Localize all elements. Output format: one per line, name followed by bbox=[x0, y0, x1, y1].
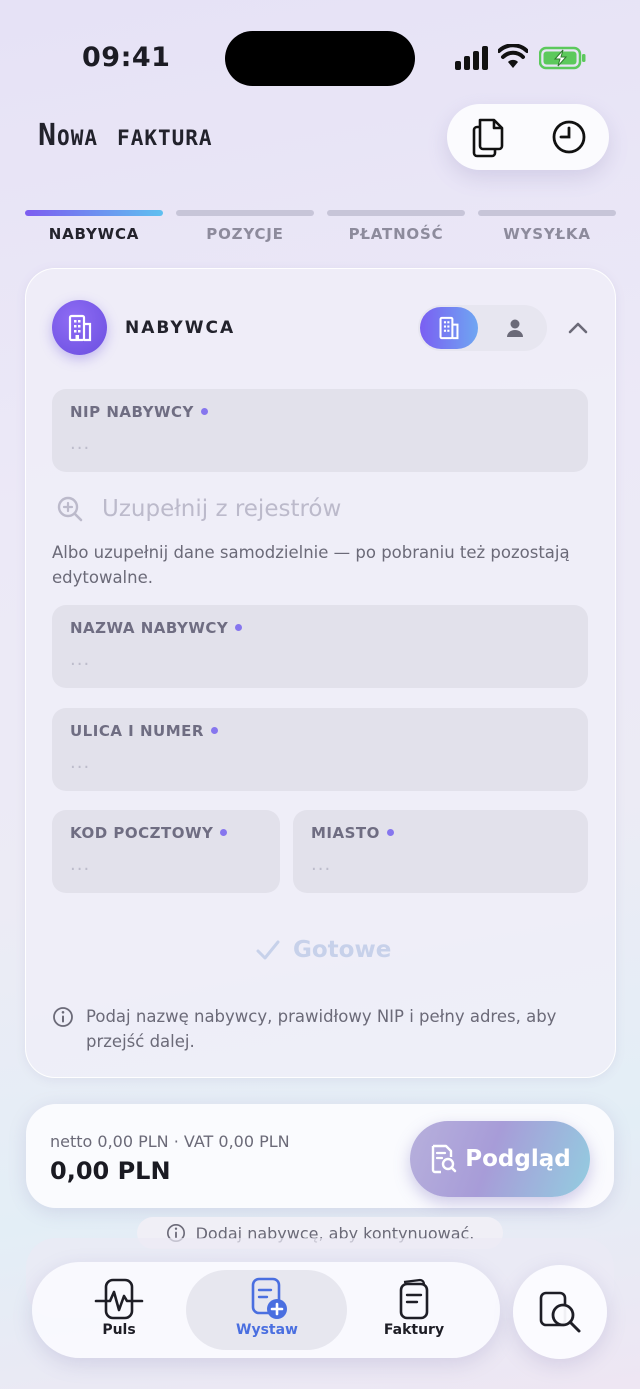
total-amount: 0,00 PLN bbox=[50, 1157, 171, 1185]
tab-progress-bar bbox=[478, 210, 616, 216]
nip-field-label: NIP NABYWCY bbox=[70, 403, 208, 421]
buyer-section-icon bbox=[52, 300, 107, 355]
street-placeholder: ... bbox=[70, 752, 91, 773]
buyer-type-toggle[interactable] bbox=[418, 305, 547, 351]
registry-lookup-label: Uzupełnij z rejestrów bbox=[102, 496, 342, 522]
validation-info: Podaj nazwę nabywcy, prawidłowy NIP i pe… bbox=[52, 1004, 592, 1054]
cellular-signal-icon bbox=[455, 46, 488, 70]
zoom-search-icon bbox=[57, 496, 83, 522]
postal-code-label: KOD POCZTOWY bbox=[70, 824, 228, 842]
pulse-icon bbox=[94, 1278, 144, 1320]
tab-label: WYSYŁKA bbox=[503, 225, 591, 243]
duplicate-button[interactable] bbox=[447, 104, 528, 170]
page-title: Nowa faktura bbox=[38, 118, 213, 153]
header-actions bbox=[447, 104, 609, 170]
buyer-name-label: NAZWA NABYWCY bbox=[70, 619, 243, 637]
tab-progress-bar bbox=[327, 210, 465, 216]
tab-label: NABYWCA bbox=[48, 225, 140, 243]
clock-icon bbox=[552, 120, 585, 154]
document-search-icon bbox=[432, 1144, 457, 1174]
building-icon bbox=[439, 316, 459, 340]
nav-puls[interactable]: Puls bbox=[59, 1276, 179, 1346]
nip-field[interactable]: NIP NABYWCY ... bbox=[52, 389, 588, 472]
person-option[interactable] bbox=[486, 307, 544, 349]
tab-pozycje[interactable]: POZYCJE bbox=[176, 210, 314, 250]
history-button[interactable] bbox=[528, 104, 609, 170]
validation-info-text: Podaj nazwę nabywcy, prawidłowy NIP i pe… bbox=[86, 1007, 557, 1051]
required-dot bbox=[386, 829, 394, 836]
new-invoice-icon bbox=[251, 1277, 287, 1319]
postal-code-placeholder: ... bbox=[70, 854, 91, 875]
buyer-section-title: NABYWCA bbox=[125, 318, 236, 338]
manual-entry-hint: Albo uzupełnij dane samodzielnie — po po… bbox=[52, 543, 570, 587]
tab-progress-bar bbox=[176, 210, 314, 216]
invoices-icon bbox=[399, 1278, 429, 1320]
buyer-name-field[interactable]: NAZWA NABYWCY ... bbox=[52, 605, 588, 688]
chevron-up-icon[interactable] bbox=[566, 318, 590, 338]
buyer-name-placeholder: ... bbox=[70, 649, 91, 670]
nav-label: Puls bbox=[102, 1322, 136, 1338]
documents-icon bbox=[472, 118, 503, 158]
document-search-icon bbox=[539, 1291, 581, 1333]
wifi-icon bbox=[498, 44, 528, 68]
tab-nabywca[interactable]: NABYWCA bbox=[25, 210, 163, 250]
nip-field-placeholder: ... bbox=[70, 433, 91, 454]
tab-platnosc[interactable]: PŁATNOŚĆ bbox=[327, 210, 465, 250]
dynamic-island bbox=[225, 31, 415, 86]
registry-lookup-button[interactable]: Uzupełnij z rejestrów bbox=[56, 492, 341, 526]
required-dot bbox=[200, 408, 208, 415]
city-placeholder: ... bbox=[311, 854, 332, 875]
street-field[interactable]: ULICA I NUMER ... bbox=[52, 708, 588, 791]
required-dot bbox=[235, 624, 243, 631]
done-label: Gotowe bbox=[293, 937, 392, 963]
company-option[interactable] bbox=[420, 307, 478, 349]
city-label: MIASTO bbox=[311, 824, 394, 842]
battery-charging-icon bbox=[539, 46, 586, 70]
tab-label: POZYCJE bbox=[206, 225, 284, 243]
tab-wysylka[interactable]: WYSYŁKA bbox=[478, 210, 616, 250]
done-button[interactable]: Gotowe bbox=[255, 932, 391, 968]
nav-label: Faktury bbox=[383, 1322, 445, 1338]
required-dot bbox=[220, 829, 228, 836]
nav-wystaw[interactable]: Wystaw bbox=[207, 1276, 327, 1346]
tab-label: PŁATNOŚĆ bbox=[348, 225, 444, 243]
postal-code-field[interactable]: KOD POCZTOWY ... bbox=[52, 810, 280, 893]
checkmark-icon bbox=[256, 940, 280, 960]
tab-progress-bar bbox=[25, 210, 163, 216]
preview-label: Podgląd bbox=[465, 1146, 571, 1172]
city-field[interactable]: MIASTO ... bbox=[293, 810, 588, 893]
info-icon bbox=[53, 1007, 73, 1027]
net-vat-summary: netto 0,00 PLN · VAT 0,00 PLN bbox=[50, 1132, 290, 1151]
building-icon bbox=[68, 314, 91, 341]
nav-label: Wystaw bbox=[236, 1322, 298, 1338]
nav-faktury[interactable]: Faktury bbox=[354, 1276, 474, 1346]
required-dot bbox=[210, 727, 218, 734]
search-button[interactable] bbox=[513, 1265, 607, 1359]
street-label: ULICA I NUMER bbox=[70, 722, 218, 740]
status-time: 09:41 bbox=[82, 42, 171, 73]
preview-button[interactable]: Podgląd bbox=[410, 1121, 590, 1197]
person-icon bbox=[507, 319, 523, 337]
